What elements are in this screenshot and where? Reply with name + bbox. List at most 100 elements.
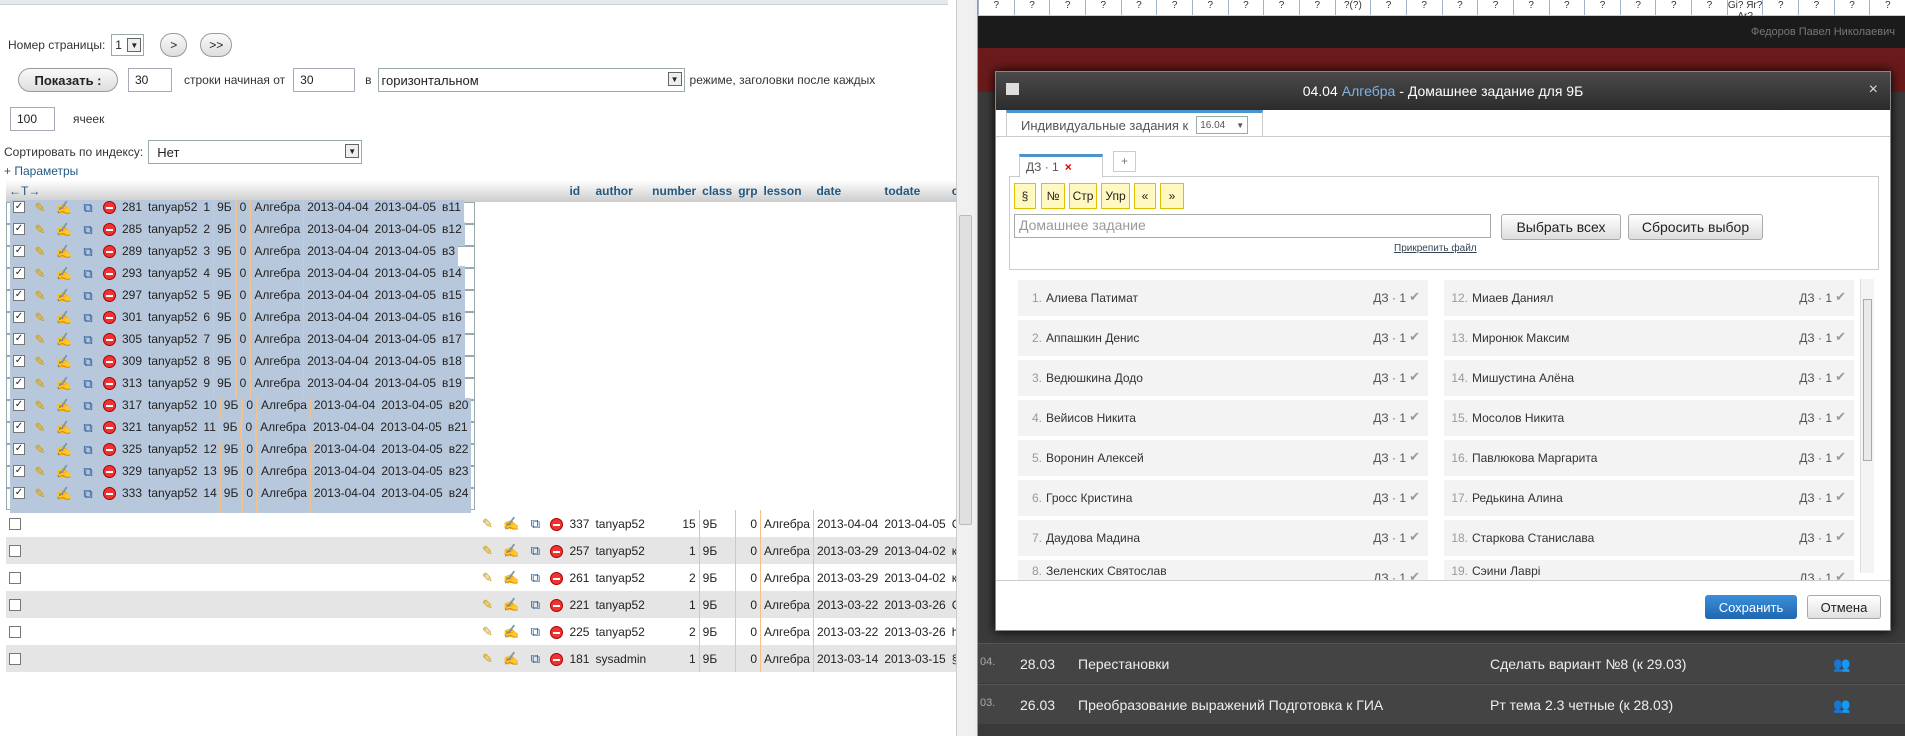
edit-cell[interactable]: ✎: [475, 591, 500, 618]
number-button[interactable]: №: [1041, 183, 1065, 209]
delete-icon[interactable]: [103, 442, 116, 456]
copy-icon[interactable]: ⧉: [526, 543, 544, 559]
copy-cell[interactable]: ⧉: [523, 564, 548, 591]
check-icon[interactable]: ✔: [1409, 529, 1420, 545]
checkbox[interactable]: ✓: [13, 355, 25, 368]
copy-icon[interactable]: ⧉: [79, 376, 97, 392]
copy-icon[interactable]: ⧉: [79, 486, 97, 502]
pencil-icon[interactable]: ✎: [31, 376, 49, 392]
row-checkbox[interactable]: [6, 510, 476, 537]
inline-edit-cell[interactable]: ✍: [499, 645, 524, 672]
delete-icon[interactable]: [103, 332, 116, 346]
checkbox[interactable]: ✓: [13, 267, 25, 280]
remove-icon[interactable]: ×: [1065, 160, 1072, 174]
delete-cell[interactable]: [547, 618, 567, 645]
page-button[interactable]: Стр: [1069, 183, 1097, 209]
checkbox[interactable]: [9, 599, 21, 612]
student-item[interactable]: 13. Миронюк Максим ДЗ · 1 ✔: [1444, 320, 1854, 356]
sort-select[interactable]: Нет ▼: [148, 140, 363, 164]
copy-cell[interactable]: ⧉: [523, 510, 548, 537]
row-checkbox[interactable]: [6, 564, 476, 591]
last-page-button[interactable]: >>: [200, 33, 233, 57]
pencil-icon[interactable]: ✎: [31, 442, 49, 458]
paragraph-button[interactable]: §: [1014, 183, 1036, 209]
quote-open-button[interactable]: «: [1134, 183, 1156, 209]
col-grp[interactable]: grp: [735, 180, 761, 202]
pencil-icon[interactable]: ✎: [478, 597, 496, 613]
edit-inline-icon[interactable]: ✍: [55, 376, 73, 392]
pencil-icon[interactable]: ✎: [31, 244, 49, 260]
pencil-icon[interactable]: ✎: [478, 624, 496, 640]
save-button[interactable]: Сохранить: [1705, 595, 1797, 619]
col-todate[interactable]: todate: [881, 180, 949, 202]
copy-icon[interactable]: ⧉: [79, 200, 97, 216]
delete-icon[interactable]: [103, 398, 116, 412]
checkbox[interactable]: [9, 518, 21, 531]
users-icon[interactable]: 👥: [1833, 656, 1850, 673]
delete-cell[interactable]: [547, 564, 567, 591]
check-icon[interactable]: ✔: [1835, 289, 1846, 305]
check-icon[interactable]: ✔: [1835, 409, 1846, 425]
pencil-icon[interactable]: ✎: [478, 651, 496, 667]
delete-cell[interactable]: [100, 485, 119, 513]
col-lesson[interactable]: lesson: [760, 180, 814, 202]
row-checkbox[interactable]: ✓: [10, 485, 28, 513]
delete-icon[interactable]: [550, 571, 564, 585]
attach-file-link[interactable]: Прикрепить файл: [1394, 243, 1477, 254]
add-tab-button[interactable]: +: [1113, 151, 1136, 172]
student-item[interactable]: 17. Редькина Алина ДЗ · 1 ✔: [1444, 480, 1854, 516]
pencil-icon[interactable]: ✎: [31, 420, 49, 436]
delete-icon[interactable]: [103, 244, 116, 258]
edit-cell[interactable]: ✎: [475, 564, 500, 591]
edit-inline-icon[interactable]: ✍: [55, 332, 73, 348]
delete-icon[interactable]: [103, 464, 116, 478]
pencil-icon[interactable]: ✎: [31, 332, 49, 348]
check-icon[interactable]: ✔: [1409, 369, 1420, 385]
edit-inline-icon[interactable]: ✍: [55, 288, 73, 304]
params-link[interactable]: + Параметры: [4, 164, 78, 178]
delete-icon[interactable]: [103, 376, 116, 390]
student-item[interactable]: 8. Зеленских Святослав ДЗ · 1 ✔: [1018, 560, 1428, 582]
student-item[interactable]: 1. Алиева Патимат ДЗ · 1 ✔: [1018, 280, 1428, 316]
delete-icon[interactable]: [550, 544, 564, 558]
edit-inline-icon[interactable]: ✍: [502, 516, 520, 532]
checkbox[interactable]: ✓: [13, 201, 25, 214]
edit-inline-icon[interactable]: ✍: [502, 624, 520, 640]
check-icon[interactable]: ✔: [1409, 329, 1420, 345]
delete-icon[interactable]: [103, 288, 116, 302]
delete-icon[interactable]: [550, 517, 564, 531]
checkbox[interactable]: ✓: [13, 289, 25, 302]
edit-cell[interactable]: ✎: [475, 618, 500, 645]
quote-close-button[interactable]: »: [1160, 183, 1184, 209]
left-scrollbar-thumb[interactable]: [959, 215, 972, 525]
inline-edit-cell[interactable]: ✍: [499, 618, 524, 645]
edit-inline-icon[interactable]: ✍: [502, 570, 520, 586]
copy-icon[interactable]: ⧉: [79, 354, 97, 370]
inline-edit-cell[interactable]: ✍: [499, 591, 524, 618]
student-item[interactable]: 12. Миаев Даниял ДЗ · 1 ✔: [1444, 280, 1854, 316]
close-icon[interactable]: ×: [1869, 81, 1878, 99]
students-scrollbar[interactable]: [1860, 279, 1874, 573]
col-number[interactable]: number: [649, 180, 700, 202]
copy-icon[interactable]: ⧉: [79, 266, 97, 282]
check-icon[interactable]: ✔: [1835, 369, 1846, 385]
edit-inline-icon[interactable]: ✍: [55, 244, 73, 260]
delete-icon[interactable]: [103, 354, 116, 368]
row-checkbox[interactable]: [6, 618, 476, 645]
edit-cell[interactable]: ✎: [475, 537, 500, 564]
delete-icon[interactable]: [103, 222, 116, 236]
copy-icon[interactable]: ⧉: [79, 464, 97, 480]
copy-icon[interactable]: ⧉: [79, 442, 97, 458]
checkbox[interactable]: ✓: [13, 377, 25, 390]
rows-input[interactable]: 30: [128, 68, 172, 92]
student-item[interactable]: 14. Мишустина Алёна ДЗ · 1 ✔: [1444, 360, 1854, 396]
check-icon[interactable]: ✔: [1835, 449, 1846, 465]
select-all-button[interactable]: Выбрать всех: [1501, 214, 1621, 240]
edit-inline-icon[interactable]: ✍: [55, 354, 73, 370]
delete-icon[interactable]: [550, 652, 564, 666]
copy-icon[interactable]: ⧉: [526, 570, 544, 586]
edit-cell[interactable]: ✎: [28, 485, 52, 513]
next-page-button[interactable]: >: [160, 33, 188, 57]
student-item[interactable]: 7. Даудова Мадина ДЗ · 1 ✔: [1018, 520, 1428, 556]
delete-cell[interactable]: [547, 591, 567, 618]
